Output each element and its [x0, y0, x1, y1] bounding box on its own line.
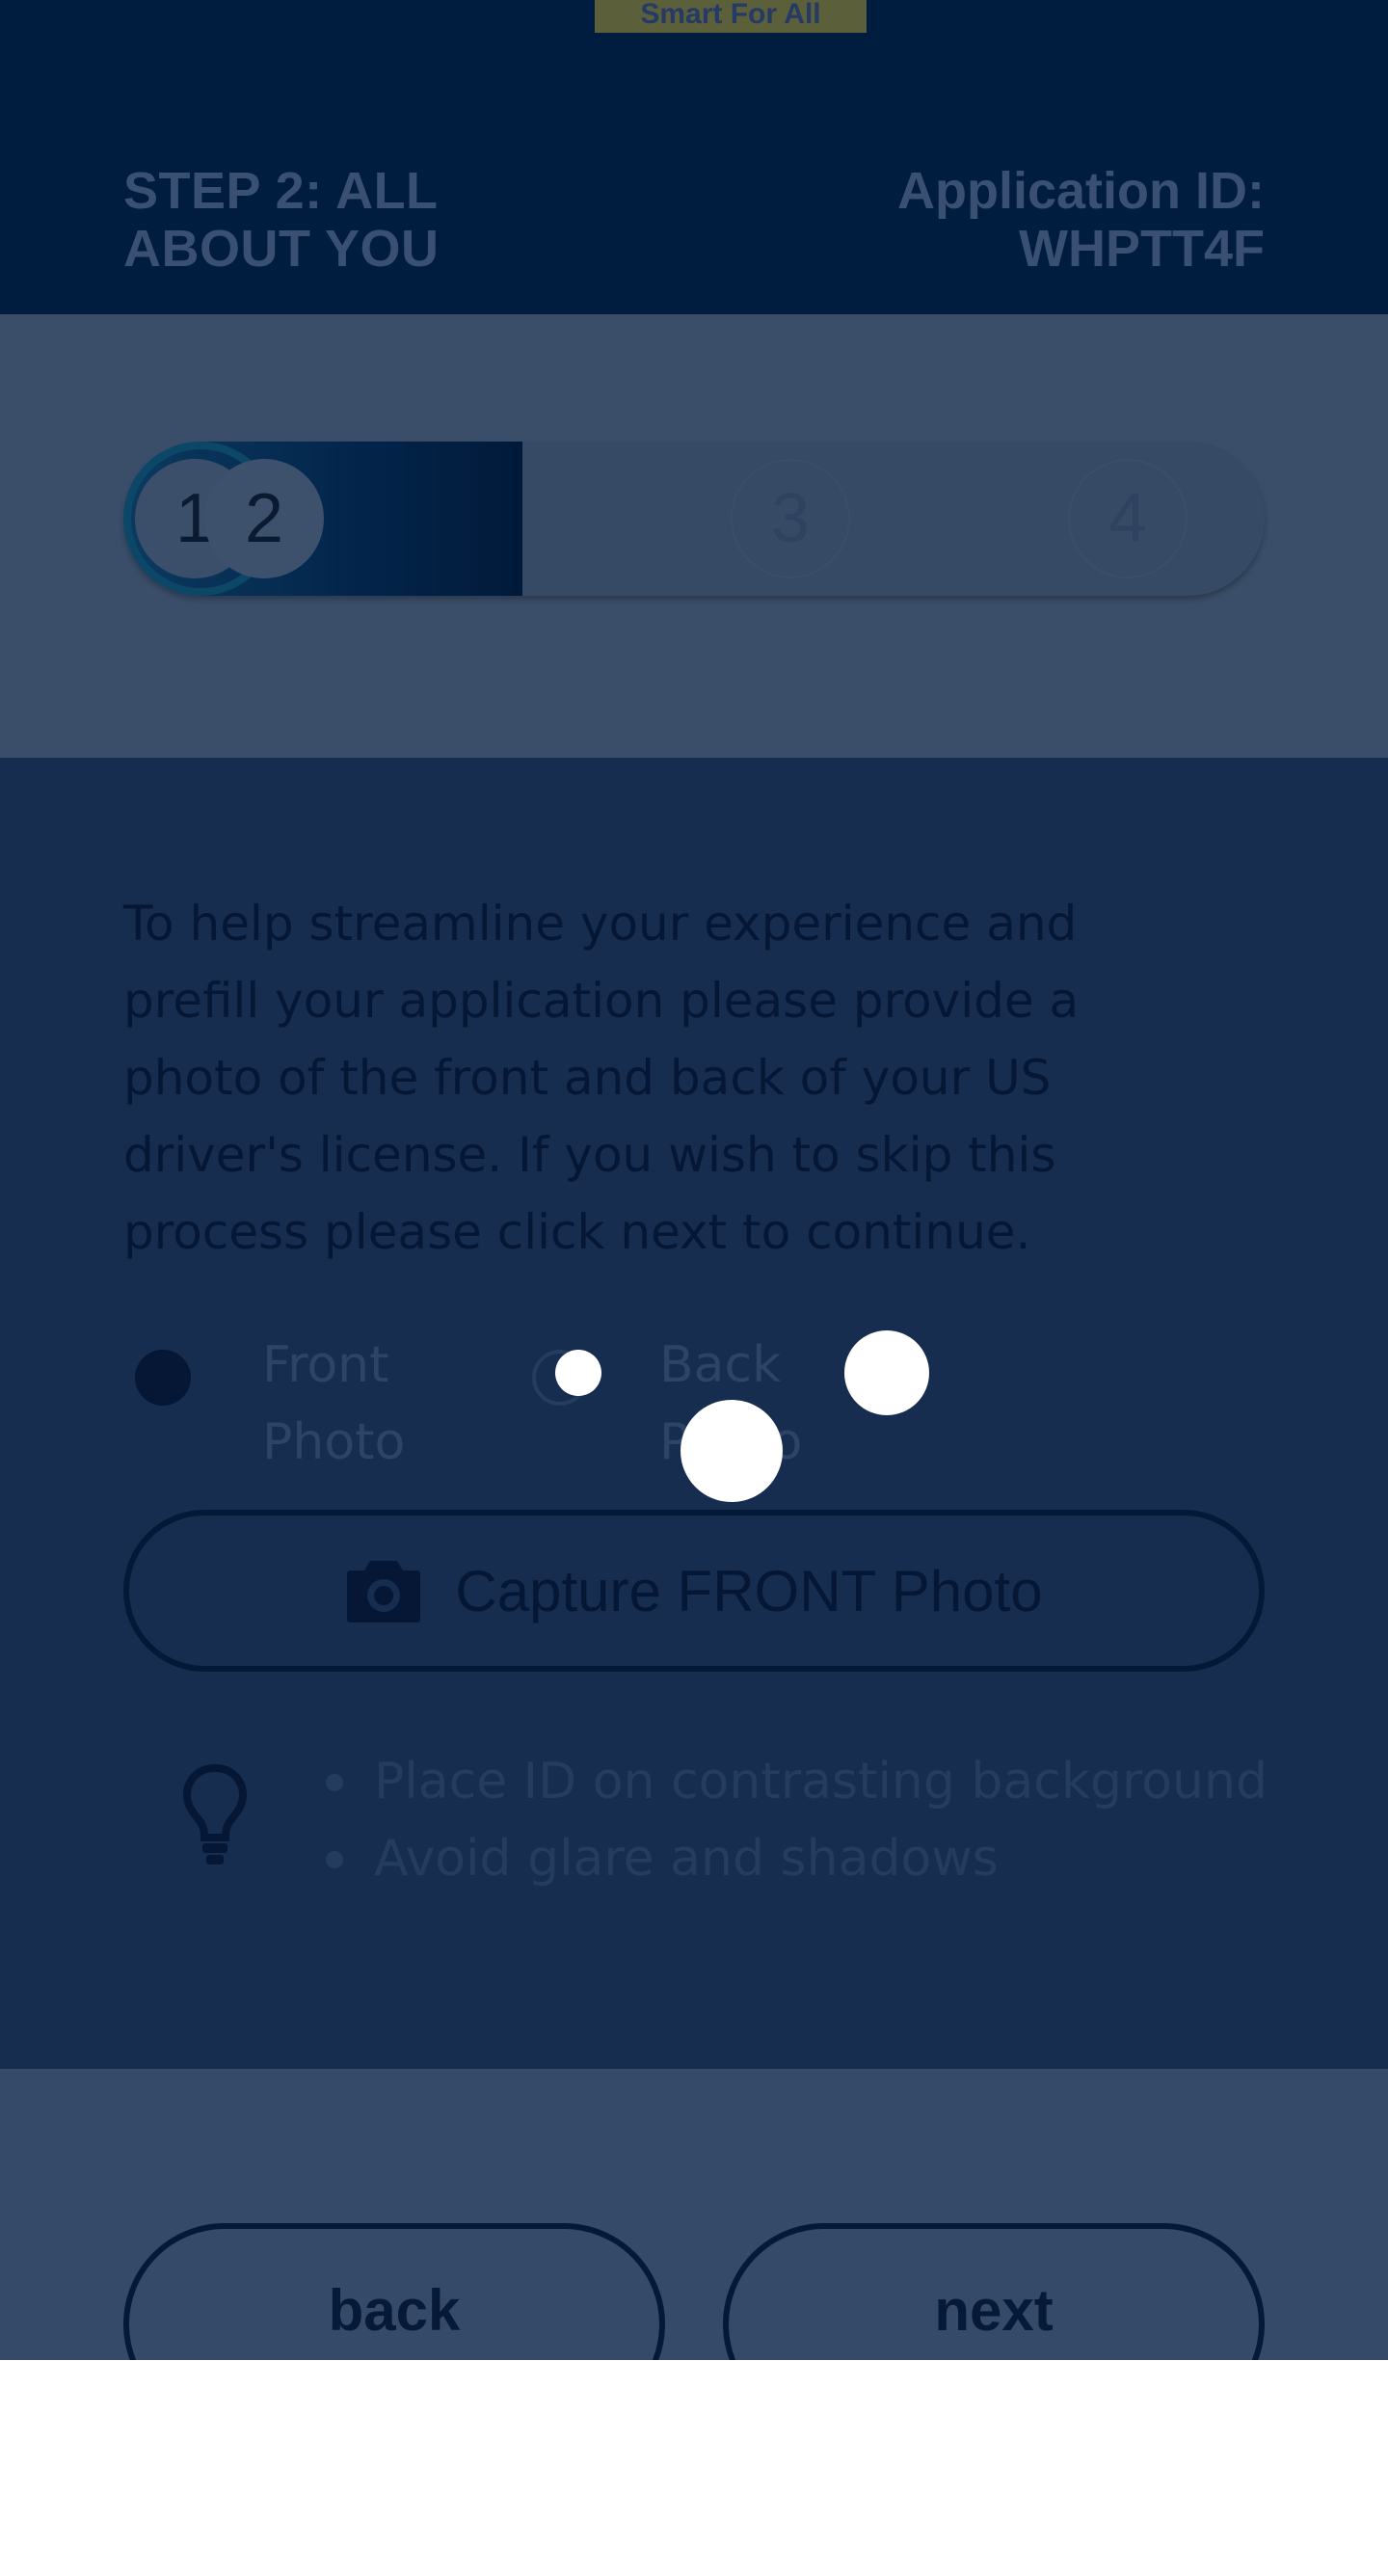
intro-text: To help streamline your experience and p…	[123, 896, 1080, 1260]
next-button[interactable]: next	[723, 2223, 1265, 2360]
tip-item: Avoid glare and shadows	[326, 1820, 1268, 1897]
step-title: STEP 2: ALL ABOUT YOU	[123, 162, 440, 278]
brand-tag: Smart For All	[595, 0, 867, 33]
tip-item: Place ID on contrasting background	[326, 1743, 1268, 1820]
photo-tips: Place ID on contrasting background Avoid…	[123, 1743, 1268, 1936]
front-photo-label: Front Photo	[262, 1336, 406, 1471]
application-id: Application ID: WHPTT4F	[897, 162, 1265, 278]
loading-dot-small	[555, 1350, 601, 1396]
progress-step-4: 4	[1068, 459, 1188, 578]
back-button[interactable]: back	[123, 2223, 665, 2360]
id-upload-card: To help streamline your experience and p…	[0, 758, 1388, 2069]
tips-list: Place ID on contrasting background Avoid…	[326, 1743, 1268, 1897]
form-navigation: back next	[0, 2069, 1388, 2360]
progress-track: 1 2 3 4	[123, 442, 1265, 596]
radio-checked-indicator	[135, 1350, 191, 1406]
page-bottom-blank	[0, 2360, 1388, 2576]
camera-icon	[347, 1561, 421, 1623]
progress-step-3: 3	[731, 459, 850, 578]
lightbulb-icon	[182, 1763, 248, 1865]
capture-button-label: Capture FRONT Photo	[455, 1558, 1043, 1623]
loading-dot-large	[681, 1400, 783, 1502]
loading-dot-medium	[844, 1330, 929, 1415]
app-header: Smart For All STEP 2: ALL ABOUT YOU Appl…	[0, 0, 1388, 314]
capture-front-photo-button[interactable]: Capture FRONT Photo	[123, 1510, 1265, 1672]
progress-step-2: 2	[204, 459, 324, 578]
progress-section: 1 2 3 4	[0, 314, 1388, 758]
